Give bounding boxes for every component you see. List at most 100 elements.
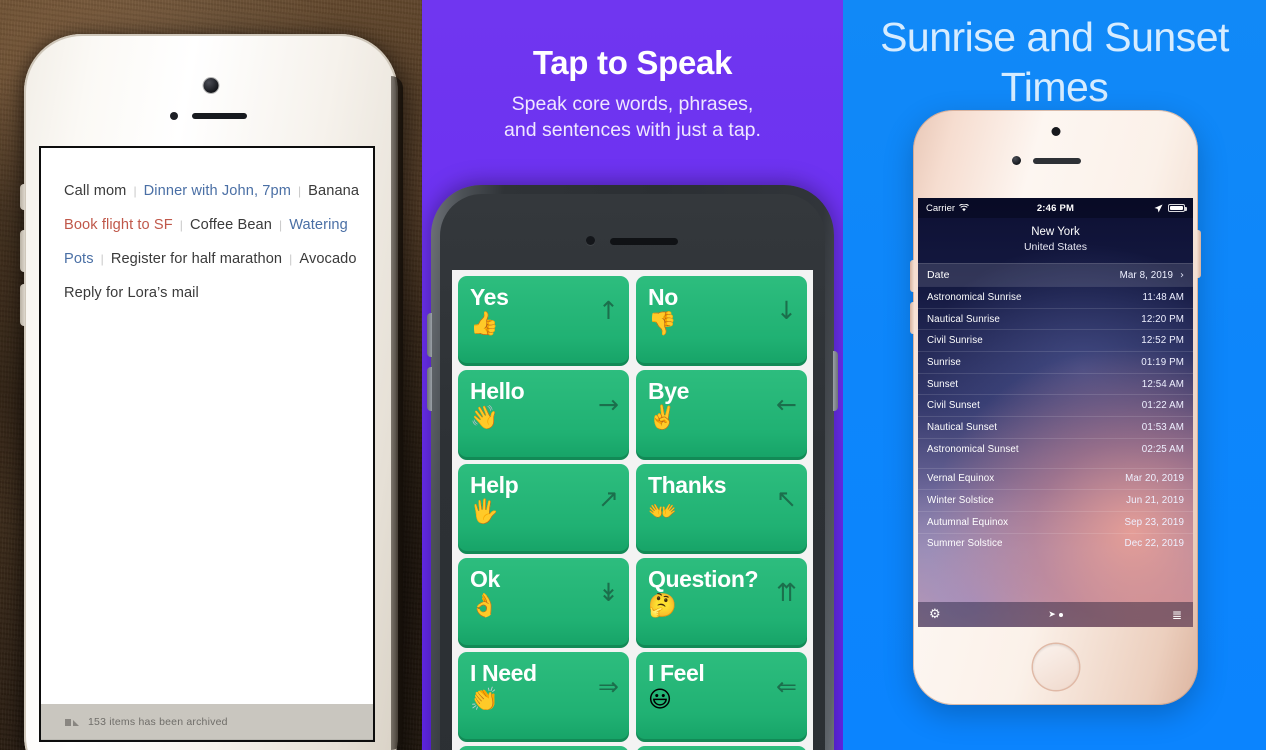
todo-item[interactable]: Call mom xyxy=(64,183,126,199)
todo-item[interactable]: Dinner with John, 7pm xyxy=(144,183,291,199)
table-row: Sunrise 01:19 PM xyxy=(918,351,1193,373)
table-row-label: Astronomical Sunset xyxy=(927,443,1019,455)
todo-item[interactable]: Register for half marathon xyxy=(111,251,282,267)
date-row-label: Date xyxy=(927,269,950,281)
todo-item[interactable]: Banana xyxy=(308,183,359,199)
panel3-title-line1: Sunrise and Sunset xyxy=(880,14,1229,60)
volume-down-button[interactable] xyxy=(910,302,914,334)
volume-down-button[interactable] xyxy=(20,284,25,326)
date-picker-row[interactable]: Date Mar 8, 2019 › xyxy=(918,263,1193,286)
table-row-label: Nautical Sunrise xyxy=(927,313,1000,325)
double-arrow-right-icon: ⇒ xyxy=(598,672,619,701)
phone-screen-sun: Carrier 2:46 PM New York United States D… xyxy=(918,198,1193,627)
speak-button[interactable]: I Feel 😃 ⇐ xyxy=(636,652,807,739)
arrow-up-icon: ↑ xyxy=(598,296,619,325)
speak-button[interactable]: Question? 🤔 ⇈ xyxy=(636,558,807,645)
speak-button[interactable]: Help 🖐️ ↗ xyxy=(458,464,629,551)
table-row: Summer Solstice Dec 22, 2019 xyxy=(918,532,1193,555)
speak-button[interactable]: Ok 👌 ↡ xyxy=(458,558,629,645)
power-button[interactable] xyxy=(833,351,838,411)
speak-button-emoji-icon: 👋 xyxy=(470,405,499,431)
ios-status-bar: Carrier 2:46 PM xyxy=(918,198,1193,218)
todo-row: Call mom | Dinner with John, 7pm | Banana xyxy=(64,174,359,208)
table-row: Nautical Sunset 01:53 AM xyxy=(918,416,1193,438)
location-header: New York United States xyxy=(918,218,1193,263)
bottom-toolbar: ⚙ ➤ ≣ xyxy=(918,602,1193,627)
table-row-label: Vernal Equinox xyxy=(927,473,995,485)
archive-box-icon xyxy=(65,718,79,726)
table-row-value: 12:54 AM xyxy=(1141,378,1184,390)
status-bar-right xyxy=(1100,203,1187,213)
table-row-value: 12:52 PM xyxy=(1141,335,1184,347)
table-row: Winter Solstice Jun 21, 2019 xyxy=(918,489,1193,511)
speak-button-label: I Feel xyxy=(648,660,705,686)
volume-up-button[interactable] xyxy=(910,260,914,292)
todo-row: Book flight to SF | Coffee Bean | Watering xyxy=(64,208,351,242)
arrow-up-left-icon: ↖ xyxy=(776,484,797,513)
speak-button[interactable]: I Need 👏 ⇒ xyxy=(458,652,629,739)
todo-item[interactable]: Book flight to SF xyxy=(64,217,173,233)
speak-button[interactable]: No 👎 ↓ xyxy=(636,276,807,363)
speak-button[interactable]: Hello 👋 → xyxy=(458,370,629,457)
table-row: Civil Sunrise 12:52 PM xyxy=(918,329,1193,351)
table-row-value: 02:25 AM xyxy=(1141,443,1184,455)
speak-button-label: Thanks xyxy=(648,472,727,498)
white-iphone-device: Call mom | Dinner with John, 7pm | Banana Boo… xyxy=(20,34,403,750)
volume-up-button[interactable] xyxy=(427,313,432,357)
earpiece-speaker-icon xyxy=(192,113,247,119)
table-row-label: Civil Sunset xyxy=(927,400,980,412)
speak-button-label: No xyxy=(648,284,678,310)
screenshot-gallery: Call mom | Dinner with John, 7pm | Banana Boo… xyxy=(0,0,1266,750)
table-row: Astronomical Sunset 02:25 AM xyxy=(918,437,1193,460)
speak-button-emoji-icon: 👏 xyxy=(470,687,499,713)
archive-status-bar: 153 items has been archived xyxy=(41,704,373,740)
speak-button-emoji-icon: 👐 xyxy=(648,499,677,525)
double-arrow-up-icon: ⇈ xyxy=(776,578,797,607)
page-indicator[interactable]: ➤ xyxy=(1012,610,1098,620)
table-row: Sunset 12:54 AM xyxy=(918,372,1193,395)
volume-up-button[interactable] xyxy=(20,230,25,272)
speak-button[interactable]: Thanks 👐 ↖ xyxy=(636,464,807,551)
panel2-header: Tap to Speak Speak core words, phrases, … xyxy=(422,0,843,143)
panel2-subtitle-line1: Speak core words, phrases, xyxy=(511,93,754,115)
wifi-icon xyxy=(959,204,969,212)
todo-item[interactable]: Reply for Lora’s mail xyxy=(64,285,199,301)
table-row-label: Sunset xyxy=(927,378,959,390)
settings-gear-icon[interactable]: ⚙ xyxy=(929,607,1012,622)
home-button[interactable] xyxy=(1032,644,1079,690)
location-arrow-icon xyxy=(1154,204,1163,212)
speak-button-emoji-icon: 🤔 xyxy=(648,593,677,619)
silent-switch[interactable] xyxy=(20,184,25,210)
table-row-label: Sunrise xyxy=(927,356,961,368)
earpiece-speaker-icon xyxy=(1033,158,1081,164)
todo-item[interactable]: Pots xyxy=(64,251,94,267)
volume-down-button[interactable] xyxy=(427,367,432,411)
speak-button[interactable]: Bye ✌️ ← xyxy=(636,370,807,457)
sun-times-table: Date Mar 8, 2019 › Astronomical Sunrise 1… xyxy=(918,263,1193,554)
table-row-label: Summer Solstice xyxy=(927,538,1003,550)
speak-button[interactable]: Yes 👍 ↑ xyxy=(458,276,629,363)
todo-item[interactable]: Avocado xyxy=(299,251,356,267)
table-row-label: Astronomical Sunrise xyxy=(927,291,1022,303)
todo-item[interactable]: Watering xyxy=(289,217,348,233)
power-button[interactable] xyxy=(1197,230,1201,278)
todo-item[interactable]: Coffee Bean xyxy=(190,217,272,233)
page-dot-icon xyxy=(1058,612,1063,617)
phone-screen-todo: Call mom | Dinner with John, 7pm | Banana Boo… xyxy=(41,148,373,740)
dark-iphone-device: Yes 👍 ↑ No 👎 ↓ Hello 👋 → Bye ✌️ ← Help 🖐️ ↗ Thanks 👐 ↖ Ok 👌… xyxy=(427,185,838,750)
speak-button[interactable] xyxy=(458,746,629,750)
arrow-right-icon: → xyxy=(598,390,619,419)
speak-button-label: Question? xyxy=(648,566,759,592)
table-row-value: Dec 22, 2019 xyxy=(1124,538,1184,550)
date-row-value: Mar 8, 2019 xyxy=(1119,269,1173,281)
panel2-subtitle: Speak core words, phrases, and sentences… xyxy=(422,91,843,143)
todo-separator: | xyxy=(133,184,137,198)
todo-separator: | xyxy=(278,218,283,232)
list-view-icon[interactable]: ≣ xyxy=(1099,608,1182,622)
proximity-sensor-icon xyxy=(1012,156,1021,165)
todo-separator: | xyxy=(297,184,302,198)
table-row: Civil Sunset 01:22 AM xyxy=(918,394,1193,416)
speak-button[interactable] xyxy=(636,746,807,750)
panel-tap-to-speak: Tap to Speak Speak core words, phrases, … xyxy=(422,0,843,750)
speak-button-label: I Need xyxy=(470,660,537,686)
